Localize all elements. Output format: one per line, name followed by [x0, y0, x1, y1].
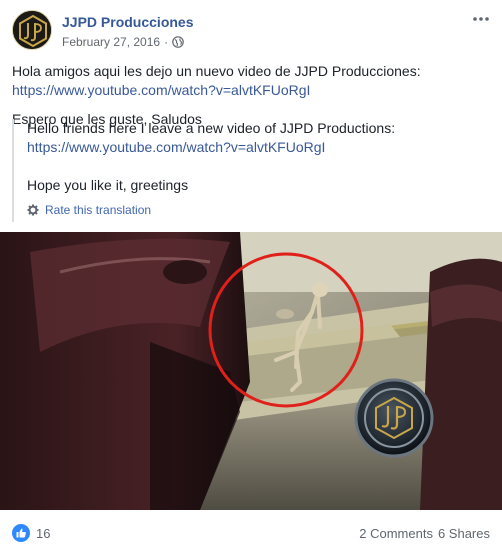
video-thumbnail[interactable] — [0, 232, 502, 510]
translation-line: Hello friends here I leave a new video o… — [27, 120, 396, 136]
post-header: JJPD Producciones February 27, 2016 · — [12, 10, 490, 54]
gear-icon — [27, 204, 39, 218]
page-avatar[interactable] — [12, 10, 52, 50]
translation-block: Hello friends here I leave a new video o… — [12, 119, 490, 222]
jjpd-logo-icon — [13, 11, 51, 49]
rate-translation-link[interactable]: Rate this translation — [27, 201, 490, 220]
reactions-summary[interactable]: 16 — [12, 524, 50, 542]
post-meta: February 27, 2016 · — [62, 35, 184, 49]
more-options-icon[interactable] — [470, 8, 492, 30]
post-text-line: Hola amigos aqui les dejo un nuevo video… — [12, 63, 421, 79]
post-date[interactable]: February 27, 2016 — [62, 35, 160, 49]
post-footer: 16 2 Comments 6 Shares — [0, 511, 502, 553]
translation-line: Hope you like it, greetings — [27, 177, 189, 193]
like-count: 16 — [36, 525, 51, 541]
shares-count-link[interactable]: 6 Shares — [438, 526, 490, 541]
rate-translation-label: Rate this translation — [45, 203, 152, 217]
facebook-post: JJPD Producciones February 27, 2016 · Ho… — [0, 0, 502, 553]
youtube-link[interactable]: https://www.youtube.com/watch?v=alvtKFUo… — [12, 82, 310, 98]
globe-icon[interactable] — [172, 36, 184, 48]
engagement-counts: 2 Comments 6 Shares — [359, 526, 490, 541]
comments-count-link[interactable]: 2 Comments — [359, 526, 433, 541]
meta-separator: · — [164, 35, 169, 49]
thumbs-up-icon — [12, 524, 30, 542]
translated-youtube-link[interactable]: https://www.youtube.com/watch?v=alvtKFUo… — [27, 139, 325, 155]
page-name-link[interactable]: JJPD Producciones — [62, 14, 194, 30]
